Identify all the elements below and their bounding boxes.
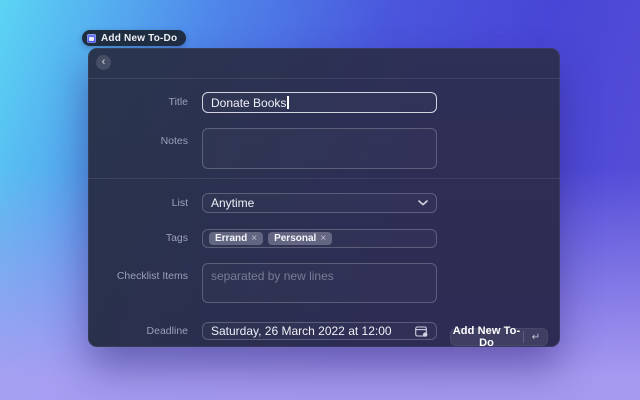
- tag-remove-icon[interactable]: ×: [251, 233, 257, 244]
- header-divider: [88, 78, 560, 79]
- calendar-icon[interactable]: [415, 326, 428, 337]
- deadline-picker[interactable]: Saturday, 26 March 2022 at 12:00: [202, 322, 437, 340]
- notes-label: Notes: [88, 128, 188, 147]
- back-button[interactable]: ‹: [96, 55, 111, 70]
- list-dropdown[interactable]: Anytime: [202, 193, 437, 213]
- tag-pill-personal[interactable]: Personal ×: [268, 232, 332, 245]
- tag-name: Personal: [274, 233, 316, 244]
- todo-app-icon: [87, 34, 96, 43]
- list-selected-value: Anytime: [211, 196, 254, 210]
- checklist-row: Checklist Items: [88, 263, 560, 303]
- chevron-left-icon: ‹: [102, 57, 106, 68]
- tags-input[interactable]: Errand × Personal ×: [202, 229, 437, 248]
- add-todo-window: ‹ Title Donate Books Notes List Anytime …: [88, 48, 560, 347]
- section-divider: [88, 178, 560, 179]
- tags-row: Tags Errand × Personal ×: [88, 229, 560, 248]
- command-hint-badge[interactable]: Add New To-Do: [82, 30, 186, 46]
- tag-pill-errand[interactable]: Errand ×: [209, 232, 263, 245]
- list-row: List Anytime: [88, 193, 560, 213]
- checklist-textarea[interactable]: [202, 263, 437, 303]
- title-row: Title Donate Books: [88, 92, 560, 113]
- tags-label: Tags: [88, 229, 188, 248]
- tag-remove-icon[interactable]: ×: [320, 233, 326, 244]
- title-value: Donate Books: [211, 96, 286, 110]
- chevron-down-icon: [418, 200, 428, 206]
- title-label: Title: [88, 92, 188, 113]
- add-new-todo-button[interactable]: Add New To-Do ↵: [450, 328, 548, 346]
- text-caret: [287, 96, 289, 109]
- window-header: ‹: [88, 48, 560, 78]
- title-input[interactable]: Donate Books: [202, 92, 437, 113]
- list-label: List: [88, 193, 188, 213]
- command-hint-label: Add New To-Do: [101, 33, 177, 44]
- submit-button-label: Add New To-Do: [450, 325, 523, 349]
- deadline-label: Deadline: [88, 322, 188, 340]
- checklist-label: Checklist Items: [88, 263, 188, 282]
- notes-textarea[interactable]: [202, 128, 437, 169]
- enter-key-icon: ↵: [524, 332, 548, 343]
- deadline-value: Saturday, 26 March 2022 at 12:00: [211, 324, 392, 338]
- tag-name: Errand: [215, 233, 247, 244]
- notes-row: Notes: [88, 128, 560, 169]
